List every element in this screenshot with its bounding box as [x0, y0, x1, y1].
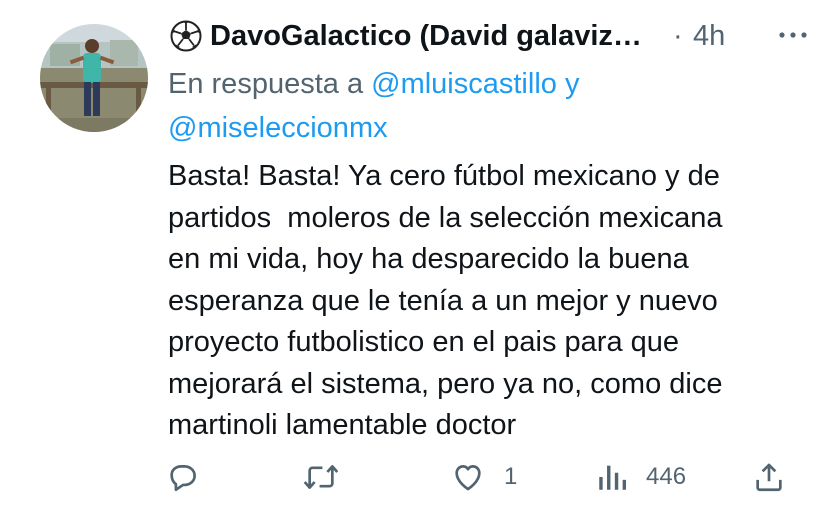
share-icon: [756, 463, 782, 492]
mention-link[interactable]: @mluiscastillo: [371, 68, 557, 100]
mention-link[interactable]: @miseleccionmx: [168, 112, 388, 144]
timestamp[interactable]: 4h: [693, 18, 725, 54]
soccer-ball-icon: [170, 20, 202, 52]
share-button[interactable]: [752, 455, 786, 499]
views-button[interactable]: 446: [596, 455, 686, 499]
reply-context: En respuesta a @mluiscastillo y @miselec…: [168, 62, 768, 150]
display-name[interactable]: DavoGalactico (David galaviz…: [210, 18, 665, 54]
avatar[interactable]: [40, 24, 148, 132]
reply-prefix: En respuesta a: [168, 68, 364, 100]
reply-joiner: y: [564, 68, 580, 100]
views-count: 446: [646, 463, 687, 490]
action-bar: 1 446: [160, 455, 829, 499]
tweet-header: DavoGalactico (David galaviz… · 4h: [170, 16, 811, 56]
views-icon: [599, 465, 627, 490]
reply-button[interactable]: [166, 455, 218, 499]
reply-icon: [170, 465, 196, 492]
retweet-button[interactable]: [302, 455, 358, 499]
retweet-icon: [303, 465, 339, 489]
tweet-text: Basta! Basta! Ya cero fútbol mexicano y …: [168, 160, 723, 441]
more-icon[interactable]: [775, 20, 811, 50]
heart-icon: [455, 465, 481, 491]
like-button[interactable]: 1: [450, 455, 517, 499]
separator-dot: ·: [673, 20, 683, 52]
like-count: 1: [504, 463, 518, 490]
